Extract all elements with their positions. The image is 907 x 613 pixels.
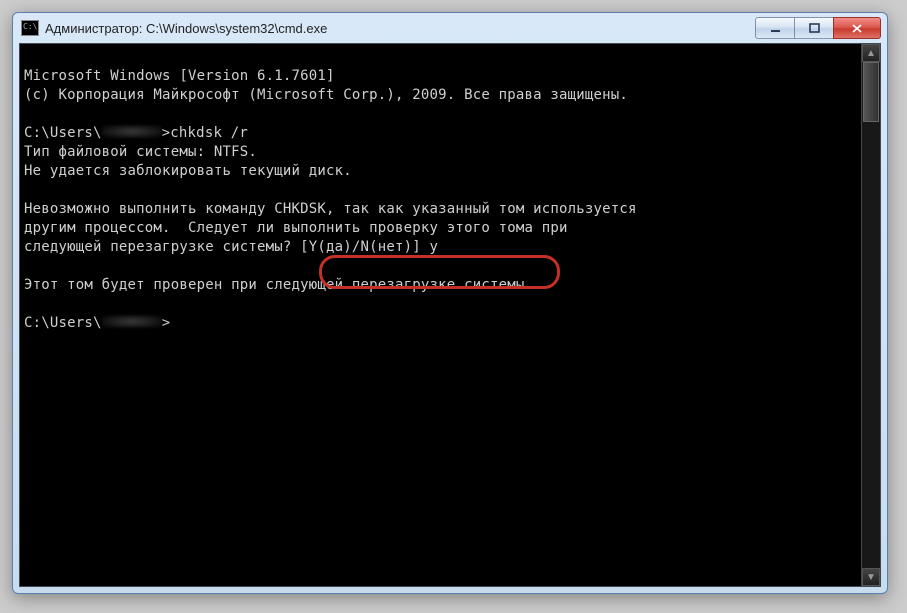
line-fs: Тип файловой системы: NTFS. — [24, 144, 257, 160]
username-redacted-2 — [102, 315, 162, 328]
line-prompt1: C:\Users\ >chkdsk /r — [24, 125, 248, 141]
maximize-icon — [809, 23, 820, 34]
scrollbar-down-button[interactable]: ▼ — [862, 568, 880, 586]
maximize-button[interactable] — [794, 17, 834, 39]
window-controls — [756, 17, 881, 39]
vertical-scrollbar[interactable]: ▲ ▼ — [861, 44, 880, 586]
window-title: Администратор: C:\Windows\system32\cmd.e… — [45, 21, 750, 36]
terminal-output[interactable]: Microsoft Windows [Version 6.1.7601] (c)… — [20, 44, 880, 356]
titlebar[interactable]: Администратор: C:\Windows\system32\cmd.e… — [13, 13, 887, 43]
highlight-callout — [319, 255, 560, 289]
scrollbar-up-button[interactable]: ▲ — [862, 44, 880, 62]
minimize-button[interactable] — [755, 17, 795, 39]
msg3-answer: [Y(да)/N(нет)] y — [300, 239, 438, 255]
line-lock: Не удается заблокировать текущий диск. — [24, 163, 352, 179]
line-msg3: следующей перезагрузке системы? [Y(да)/N… — [24, 239, 438, 255]
terminal-client-area: Microsoft Windows [Version 6.1.7601] (c)… — [19, 43, 881, 587]
msg3-question: следующей перезагрузке системы? — [24, 239, 300, 255]
prompt1-command: >chkdsk /r — [162, 125, 248, 141]
scrollbar-track[interactable] — [862, 62, 880, 568]
close-icon — [851, 23, 863, 34]
cmd-window: Администратор: C:\Windows\system32\cmd.e… — [12, 12, 888, 594]
prompt2-prefix: C:\Users\ — [24, 315, 102, 331]
line-version: Microsoft Windows [Version 6.1.7601] — [24, 68, 335, 84]
username-redacted — [102, 125, 162, 138]
scrollbar-thumb[interactable] — [863, 62, 879, 122]
line-prompt2: C:\Users\ > — [24, 315, 170, 331]
line-msg1: Невозможно выполнить команду CHKDSK, так… — [24, 201, 637, 217]
close-button[interactable] — [833, 17, 881, 39]
prompt1-prefix: C:\Users\ — [24, 125, 102, 141]
line-copyright: (c) Корпорация Майкрософт (Microsoft Cor… — [24, 87, 628, 103]
prompt2-suffix: > — [162, 315, 171, 331]
minimize-icon — [770, 23, 781, 34]
cmd-icon — [21, 20, 39, 36]
line-msg2: другим процессом. Следует ли выполнить п… — [24, 220, 568, 236]
